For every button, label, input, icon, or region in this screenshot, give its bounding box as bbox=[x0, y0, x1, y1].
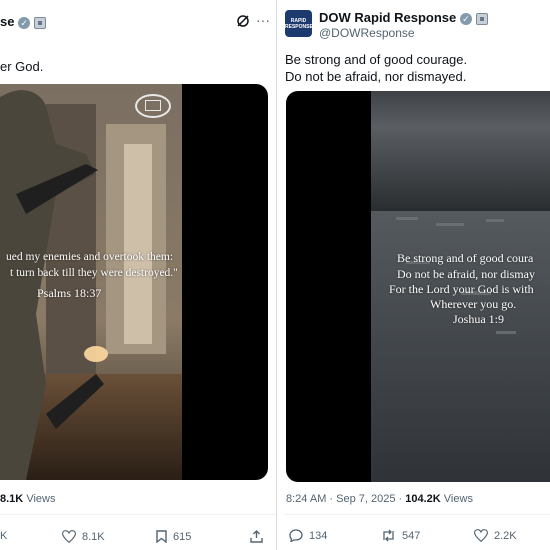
left-views-count: 8.1K bbox=[0, 493, 24, 505]
heart-icon bbox=[62, 530, 76, 543]
grok-icon[interactable] bbox=[236, 14, 250, 28]
left-image-caption-reference: Psalms 18:37 bbox=[37, 286, 102, 300]
left-reply-count: K bbox=[0, 530, 8, 542]
right-repost-button[interactable]: 547 bbox=[381, 529, 420, 542]
dow-seal-icon bbox=[135, 94, 171, 118]
right-handle[interactable]: @DOWResponse bbox=[319, 26, 415, 40]
right-reply-button[interactable]: 134 bbox=[289, 529, 327, 542]
right-tweet-header: DOW Rapid Response ✓ bbox=[319, 10, 488, 25]
right-image-caption-line-2: Do not be afraid, nor dismay bbox=[397, 267, 535, 281]
left-tweet-image[interactable]: ued my enemies and overtook them: t turn… bbox=[0, 84, 268, 480]
right-tweet-body: Be strong and of good courage. Do not be… bbox=[285, 51, 467, 85]
verified-badge-icon: ✓ bbox=[18, 16, 31, 29]
left-bookmark-button[interactable]: 615 bbox=[156, 530, 191, 543]
left-author-name[interactable]: se bbox=[0, 14, 14, 29]
avatar-text-line-2: RESPONSE bbox=[285, 24, 313, 30]
repost-icon bbox=[383, 529, 394, 542]
right-like-count: 2.2K bbox=[494, 529, 517, 542]
left-bookmark-count: 615 bbox=[173, 530, 192, 543]
right-tweet: RAPID RESPONSE DOW Rapid Response ✓ @DOW… bbox=[276, 0, 550, 550]
right-tweet-image[interactable]: Be strong and of good coura Do not be af… bbox=[286, 91, 550, 482]
left-reply-button[interactable]: K bbox=[0, 530, 7, 542]
right-reply-count: 134 bbox=[309, 529, 328, 542]
left-image-caption-line-2: t turn back till they were destroyed." bbox=[10, 267, 178, 279]
right-image-caption-line-4: Wherever you go. bbox=[430, 297, 517, 311]
right-body-line-1: Be strong and of good courage. bbox=[285, 52, 468, 67]
right-author-name[interactable]: DOW Rapid Response bbox=[319, 10, 456, 25]
affiliation-badge-icon bbox=[475, 12, 488, 25]
left-divider bbox=[0, 514, 276, 515]
share-icon bbox=[250, 530, 263, 543]
affiliation-badge-icon bbox=[33, 16, 46, 29]
right-image-caption-line-1: Be strong and of good coura bbox=[397, 251, 534, 265]
right-meta: 8:24 AM · Sep 7, 2025 · 104.2K Views bbox=[286, 493, 473, 505]
bookmark-icon bbox=[156, 530, 167, 543]
right-body-line-2: Do not be afraid, nor dismayed. bbox=[285, 69, 467, 84]
right-repost-count: 547 bbox=[402, 529, 421, 542]
left-image-caption-line-1: ued my enemies and overtook them: bbox=[6, 251, 174, 263]
left-views: 8.1K Views bbox=[0, 493, 55, 505]
left-tweet-body: er God. bbox=[0, 59, 44, 74]
right-views-label: Views bbox=[443, 493, 473, 505]
left-like-button[interactable]: 8.1K bbox=[62, 530, 105, 543]
left-tweet: se ✓ ··· er God. ued my enemies and over… bbox=[0, 0, 276, 550]
heart-icon bbox=[474, 529, 488, 542]
right-image-caption-reference: Joshua 1:9 bbox=[453, 312, 504, 326]
verified-badge-icon: ✓ bbox=[459, 12, 472, 25]
left-views-label: Views bbox=[26, 493, 56, 505]
right-timestamp[interactable]: 8:24 AM · Sep 7, 2025 · bbox=[286, 493, 405, 505]
left-share-button[interactable] bbox=[250, 530, 263, 543]
right-image-caption-line-3: For the Lord your God is with bbox=[389, 282, 534, 296]
reply-icon bbox=[289, 529, 303, 542]
right-divider bbox=[285, 514, 550, 515]
left-like-count: 8.1K bbox=[82, 530, 105, 543]
more-options-icon[interactable]: ··· bbox=[256, 12, 270, 28]
left-tweet-header: se ✓ bbox=[0, 14, 46, 29]
right-views-count: 104.2K bbox=[405, 493, 441, 505]
avatar[interactable]: RAPID RESPONSE bbox=[285, 10, 313, 37]
right-like-button[interactable]: 2.2K bbox=[474, 529, 517, 542]
